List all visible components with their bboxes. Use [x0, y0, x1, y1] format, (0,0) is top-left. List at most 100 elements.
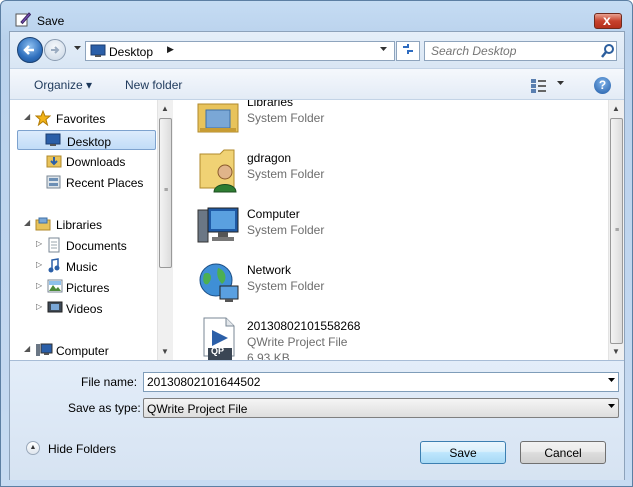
refresh-button[interactable]	[396, 41, 420, 61]
view-options-dropdown-icon[interactable]	[556, 79, 565, 87]
tree-label: Libraries	[56, 218, 103, 232]
collapse-arrow-icon[interactable]: ◢	[24, 218, 30, 227]
collapse-arrow-icon[interactable]: ◢	[24, 112, 30, 121]
file-name-dropdown-icon[interactable]	[607, 376, 616, 384]
tree-label: Computer	[56, 344, 109, 358]
file-name-field[interactable]	[143, 372, 619, 392]
libraries-icon	[35, 217, 51, 231]
command-bar: Organize ▾ New folder ?	[10, 68, 624, 100]
cancel-button[interactable]: Cancel	[520, 441, 606, 464]
file-name: Network	[247, 263, 292, 277]
expand-arrow-icon[interactable]: ▷	[36, 239, 42, 248]
title-bar: Save x	[1, 1, 632, 31]
tree-item-videos[interactable]: ▷ Videos	[10, 298, 156, 318]
documents-icon	[48, 237, 60, 253]
file-type: QWrite Project File	[247, 335, 348, 349]
window-title: Save	[37, 14, 65, 28]
file-name: Computer	[247, 207, 300, 221]
file-type: System Folder	[247, 223, 325, 237]
scrollbar-thumb[interactable]: ≡	[159, 118, 172, 268]
back-arrow-icon	[23, 45, 34, 55]
desktop-icon	[45, 133, 61, 146]
save-options-panel: File name: Save as type: QWrite Project …	[10, 360, 624, 480]
address-dropdown-icon[interactable]	[379, 45, 388, 53]
forward-arrow-icon	[51, 46, 60, 54]
hide-folders-label: Hide Folders	[48, 442, 117, 456]
tree-label: Desktop	[67, 135, 112, 149]
file-item[interactable]: gdragon System Folder	[188, 144, 588, 196]
file-list-scrollbar[interactable]: ▲ ≡ ▼	[608, 100, 624, 360]
expand-arrow-icon[interactable]: ▷	[36, 302, 42, 311]
navigation-pane-scrollbar[interactable]: ▲ ≡ ▼	[157, 100, 173, 360]
videos-icon	[47, 301, 63, 313]
file-item[interactable]: Network System Folder	[188, 256, 588, 308]
tree-label: Downloads	[66, 155, 126, 169]
star-icon	[35, 110, 51, 126]
desktop-icon	[90, 44, 106, 57]
close-button[interactable]: x	[594, 12, 622, 29]
save-type-select[interactable]: QWrite Project File	[143, 398, 619, 418]
tree-item-downloads[interactable]: Downloads	[10, 151, 156, 171]
tree-item-music[interactable]: ▷ Music	[10, 256, 156, 276]
tree-item-recent-places[interactable]: Recent Places	[10, 172, 156, 192]
expand-arrow-icon[interactable]: ▷	[36, 260, 42, 269]
tree-item-documents[interactable]: ▷ Documents	[10, 235, 156, 255]
file-name-input[interactable]	[147, 375, 587, 389]
breadcrumb-arrow-icon[interactable]: ▶	[167, 44, 174, 55]
collapse-arrow-icon[interactable]: ◢	[24, 344, 30, 353]
navigation-pane: ◢ Favorites Desktop Downloads Recent Pla…	[10, 100, 173, 360]
search-input[interactable]	[431, 43, 591, 59]
search-box[interactable]	[424, 41, 617, 61]
help-icon[interactable]: ?	[594, 77, 611, 94]
file-list: Libraries System Folder gdragon System F…	[188, 100, 606, 360]
scroll-up-icon[interactable]: ▲	[161, 104, 169, 113]
chevron-up-icon: ▲	[26, 441, 40, 455]
save-button[interactable]: Save	[420, 441, 506, 464]
file-type: System Folder	[247, 279, 325, 293]
file-name: Libraries	[247, 100, 294, 109]
tree-label: Favorites	[56, 112, 106, 126]
file-name: 20130802101558268	[247, 319, 361, 333]
save-type-label: Save as type:	[68, 401, 141, 415]
file-type-badge: QP	[211, 346, 225, 356]
file-name: gdragon	[247, 151, 292, 165]
scroll-down-icon[interactable]: ▼	[161, 347, 169, 356]
tree-item-computer[interactable]: ◢ Computer	[10, 340, 156, 360]
close-icon: x	[603, 12, 611, 28]
file-item[interactable]: Computer System Folder	[188, 200, 588, 252]
tree-label: Pictures	[66, 281, 110, 295]
tree-label: Music	[66, 260, 98, 274]
tree-item-desktop[interactable]: Desktop	[17, 130, 156, 150]
scroll-up-icon[interactable]: ▲	[612, 104, 620, 113]
file-item[interactable]: 20130802101558268 QWrite Project File 6.…	[188, 312, 588, 360]
forward-button[interactable]	[44, 39, 66, 61]
tree-item-favorites[interactable]: ◢ Favorites	[10, 108, 156, 128]
computer-icon	[36, 343, 53, 356]
tree-item-pictures[interactable]: ▷ Pictures	[10, 277, 156, 297]
file-type: System Folder	[247, 167, 325, 181]
hide-folders-button[interactable]: ▲ Hide Folders	[24, 439, 134, 459]
chevron-down-icon[interactable]	[607, 402, 616, 410]
organize-menu[interactable]: Organize ▾	[34, 78, 92, 92]
scroll-down-icon[interactable]: ▼	[612, 347, 620, 356]
recent-pages-dropdown-icon[interactable]	[73, 44, 82, 52]
navigation-bar: Desktop ▶	[10, 32, 624, 68]
dialog-body: Desktop ▶ Organize ▾ New folder ? ◢	[9, 31, 625, 480]
computer-icon	[197, 207, 239, 243]
libraries-folder-icon	[197, 103, 239, 133]
address-location[interactable]: Desktop	[109, 45, 153, 59]
new-folder-button[interactable]: New folder	[125, 78, 182, 92]
expand-arrow-icon[interactable]: ▷	[36, 281, 42, 290]
scrollbar-thumb[interactable]: ≡	[610, 118, 623, 344]
file-item[interactable]: Libraries System Folder	[188, 100, 588, 140]
back-button[interactable]	[17, 37, 43, 63]
music-icon	[48, 258, 60, 273]
tree-item-libraries[interactable]: ◢ Libraries	[10, 214, 156, 234]
search-icon[interactable]	[601, 43, 615, 59]
change-view-icon[interactable]	[530, 78, 548, 94]
save-dialog: Save x Desktop ▶ Search Desktop Organize…	[0, 0, 633, 487]
address-bar[interactable]: Desktop ▶	[85, 41, 395, 61]
tree-label: Documents	[66, 239, 127, 253]
save-type-value: QWrite Project File	[147, 402, 248, 416]
file-name-label: File name:	[81, 375, 138, 389]
